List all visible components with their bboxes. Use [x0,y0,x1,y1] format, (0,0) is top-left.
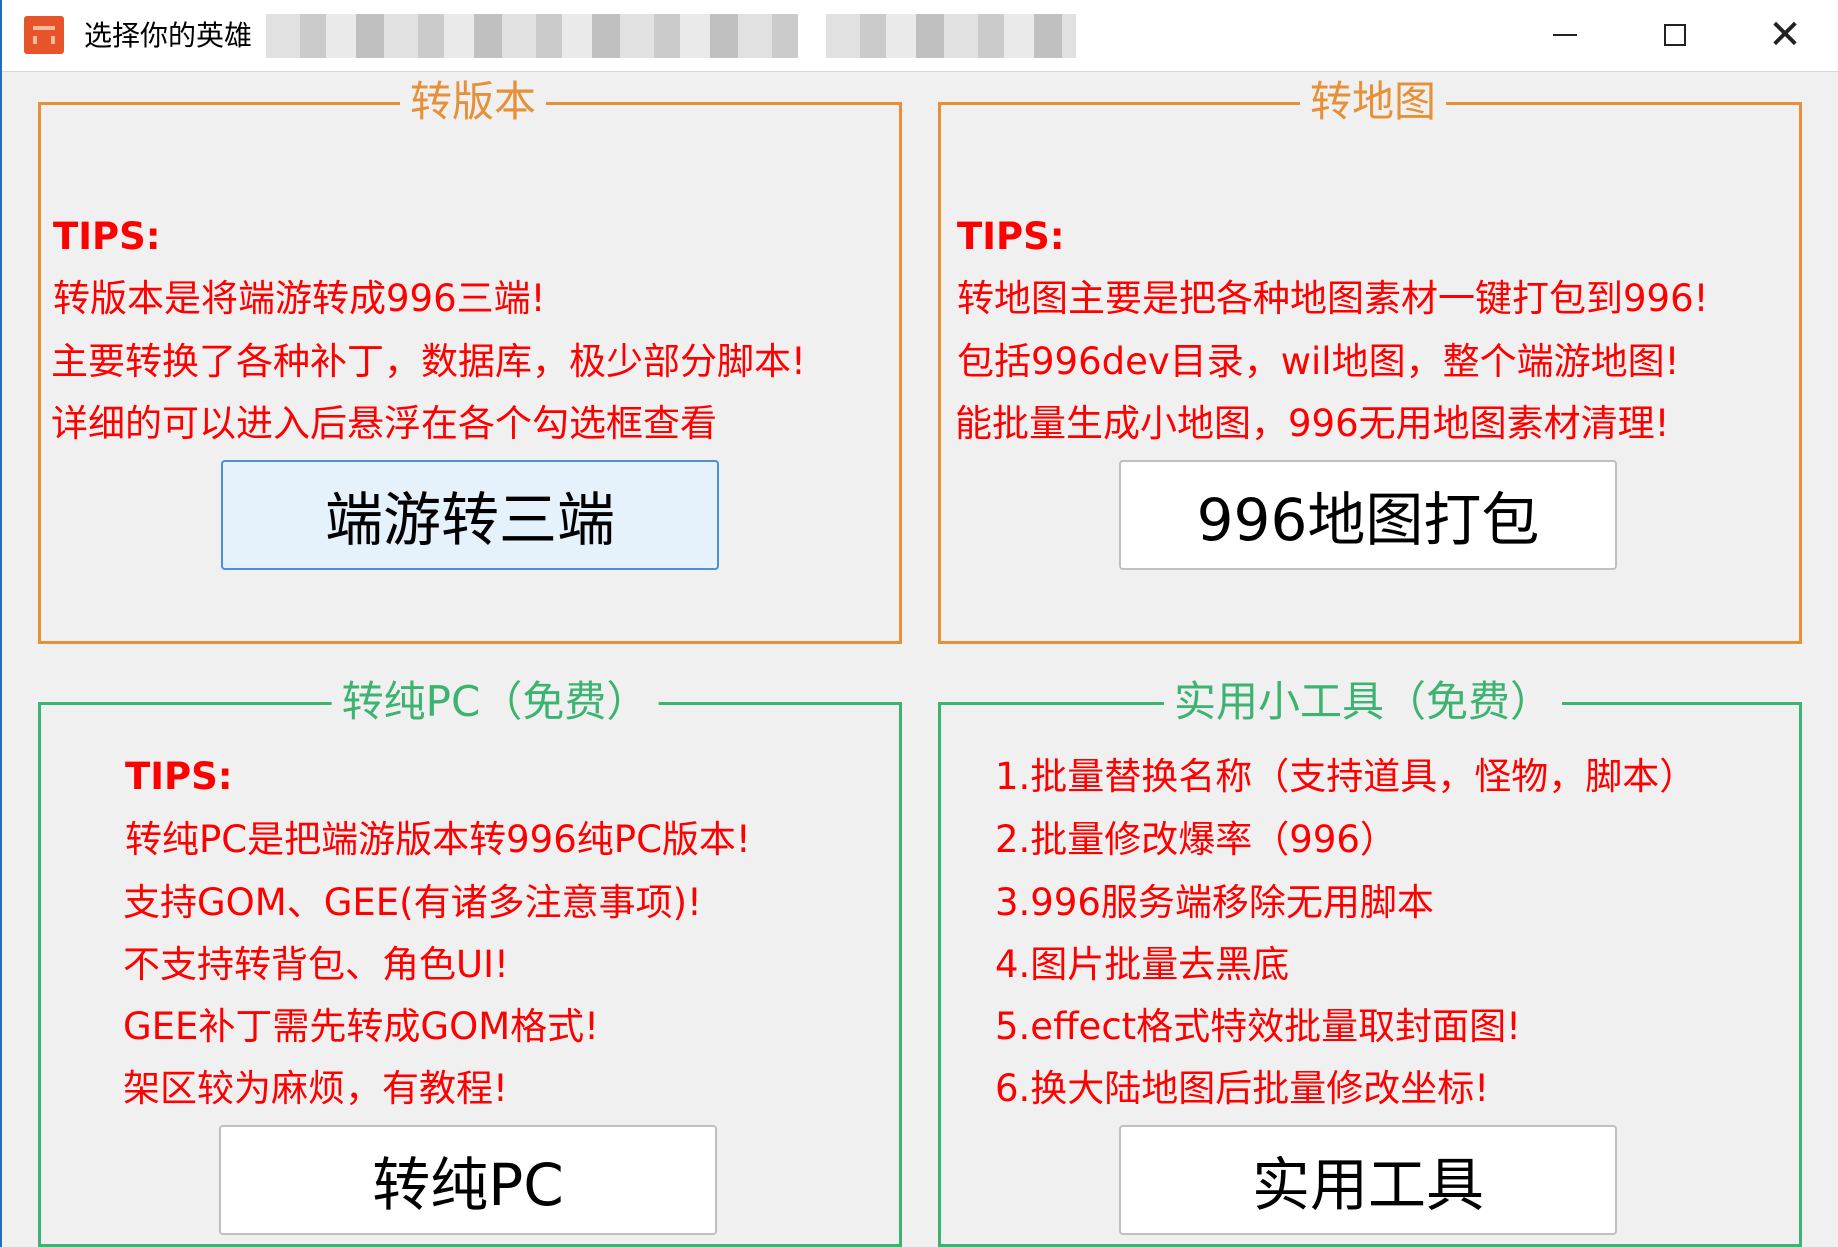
tool-item: 5.effect格式特效批量取封面图! [995,1005,1522,1048]
close-button[interactable]: ✕ [1730,0,1838,70]
redacted-title-region [826,14,1076,58]
tips-line: 不支持转背包、角色UI! [123,943,509,986]
panel-title: 转纯PC（免费） [331,677,659,727]
app-icon [24,16,64,54]
tips-line: 支持GOM、GEE(有诸多注意事项)! [123,881,702,924]
tips-line: 包括996dev目录，wil地图，整个端游地图! [957,340,1680,383]
tips-line: 能批量生成小地图，996无用地图素材清理! [955,402,1670,445]
tips-line: 主要转换了各种补丁，数据库，极少部分脚本! [51,340,806,383]
tool-item: 6.换大陆地图后批量修改坐标! [995,1067,1490,1110]
minimize-button[interactable] [1510,0,1620,70]
window-title: 选择你的英雄 [84,19,253,52]
title-bar[interactable]: 选择你的英雄 ✕ [2,0,1838,72]
tips-line: 转版本是将端游转成996三端! [53,277,546,320]
close-icon: ✕ [1768,12,1802,58]
redacted-title-region [266,14,798,58]
utility-tools-button[interactable]: 实用工具 [1119,1125,1617,1235]
tool-item: 2.批量修改爆率（996） [995,818,1397,861]
tips-line: 详细的可以进入后悬浮在各个勾选框查看 [51,402,717,445]
convert-pc-button[interactable]: 转纯PC [219,1125,717,1235]
maximize-button[interactable] [1620,0,1730,70]
panel-tools: 实用小工具（免费） 1.批量替换名称（支持道具，怪物，脚本） 2.批量修改爆率（… [938,677,1802,1247]
panel-title: 转版本 [399,77,547,127]
tips-heading: TIPS: [125,755,233,798]
client-to-three-ends-button[interactable]: 端游转三端 [221,460,719,570]
tips-heading: TIPS: [957,215,1065,258]
panel-title: 实用小工具（免费） [1163,677,1563,727]
tool-item: 3.996服务端移除无用脚本 [995,881,1434,924]
panel-convert-map: 转地图 TIPS: 转地图主要是把各种地图素材一键打包到996! 包括996de… [938,77,1802,644]
panel-convert-version: 转版本 TIPS: 转版本是将端游转成996三端! 主要转换了各种补丁，数据库，… [38,77,902,644]
tips-line: 架区较为麻烦，有教程! [123,1067,508,1110]
app-window: 选择你的英雄 ✕ 转版本 TIPS: 转版本是将端游转成996三端! 主要转换了… [0,0,1838,1247]
map-pack-button[interactable]: 996地图打包 [1119,460,1617,570]
panel-convert-pc: 转纯PC（免费） TIPS: 转纯PC是把端游版本转996纯PC版本! 支持GO… [38,677,902,1247]
tips-line: 转地图主要是把各种地图素材一键打包到996! [957,277,1709,320]
tips-line: GEE补丁需先转成GOM格式! [123,1005,599,1048]
tips-line: 转纯PC是把端游版本转996纯PC版本! [125,818,751,861]
panel-title: 转地图 [1299,77,1447,127]
tool-item: 4.图片批量去黑底 [995,943,1290,986]
tool-item: 1.批量替换名称（支持道具，怪物，脚本） [995,755,1697,798]
tips-heading: TIPS: [53,215,161,258]
